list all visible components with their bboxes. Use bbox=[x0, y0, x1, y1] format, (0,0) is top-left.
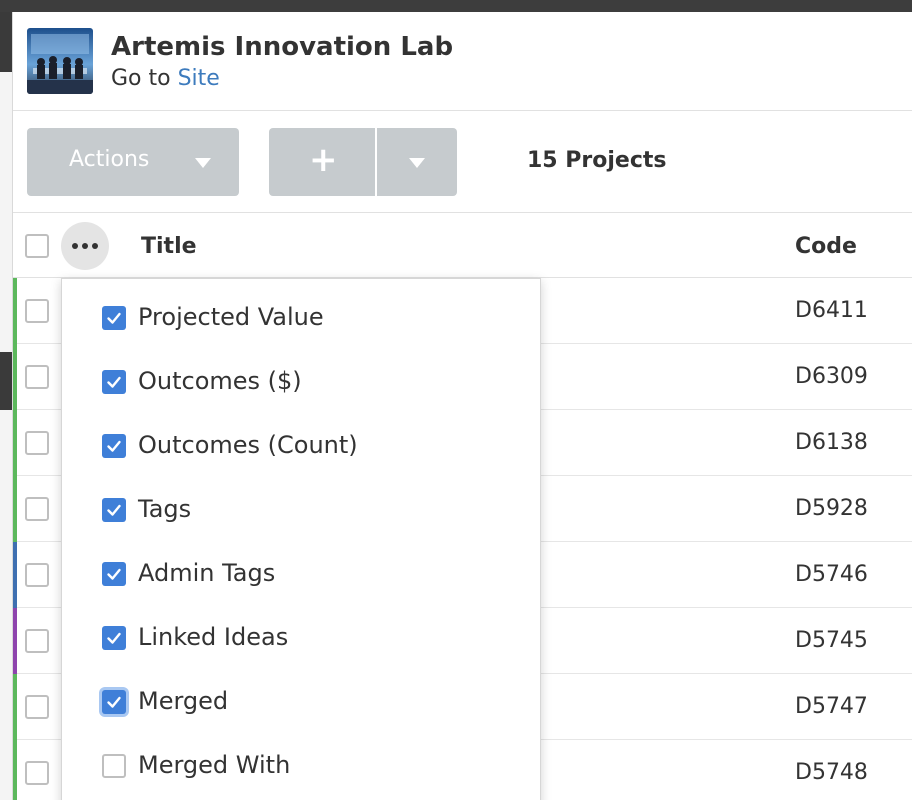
row-checkbox[interactable] bbox=[25, 629, 49, 653]
status-bar bbox=[13, 740, 17, 800]
status-bar bbox=[13, 278, 17, 344]
menu-item-outcomes-count[interactable]: Outcomes (Count) bbox=[62, 407, 542, 471]
checkbox[interactable] bbox=[102, 498, 126, 522]
checkbox[interactable] bbox=[102, 306, 126, 330]
check-icon bbox=[107, 632, 121, 644]
select-all-checkbox[interactable] bbox=[25, 234, 49, 258]
add-project-button[interactable]: + bbox=[309, 140, 338, 180]
site-thumbnail[interactable] bbox=[27, 28, 93, 94]
checkbox[interactable] bbox=[102, 434, 126, 458]
column-options-button[interactable] bbox=[61, 222, 109, 270]
menu-item-merged-with[interactable]: Merged With bbox=[62, 727, 542, 791]
add-options-caret-icon[interactable] bbox=[409, 158, 425, 168]
table-header: Title Code bbox=[13, 214, 912, 278]
goto-site: Go to Site bbox=[111, 66, 220, 91]
projects-panel: Artemis Innovation Lab Go to Site Action… bbox=[12, 12, 912, 800]
menu-item-merged[interactable]: Merged bbox=[62, 663, 542, 727]
row-code: D5745 bbox=[795, 628, 868, 653]
status-bar bbox=[13, 410, 17, 476]
menu-item-label: Tags bbox=[138, 495, 192, 523]
status-bar bbox=[13, 608, 17, 674]
background-dark-strip bbox=[0, 12, 12, 72]
check-icon bbox=[107, 312, 121, 324]
row-checkbox[interactable] bbox=[25, 563, 49, 587]
dot-icon bbox=[82, 243, 88, 249]
menu-item-label: Merged With bbox=[138, 751, 291, 779]
row-checkbox[interactable] bbox=[25, 761, 49, 785]
top-bar bbox=[0, 0, 912, 12]
status-bar bbox=[13, 674, 17, 740]
site-header: Artemis Innovation Lab Go to Site bbox=[13, 12, 912, 111]
menu-item-label: Admin Tags bbox=[138, 559, 276, 587]
row-code: D5747 bbox=[795, 694, 868, 719]
row-code: D6411 bbox=[795, 298, 868, 323]
check-icon bbox=[107, 696, 121, 708]
menu-item-linked-ideas[interactable]: Linked Ideas bbox=[62, 599, 542, 663]
menu-item-projected-value[interactable]: Projected Value bbox=[62, 279, 542, 343]
row-code: D6138 bbox=[795, 430, 868, 455]
row-checkbox[interactable] bbox=[25, 431, 49, 455]
row-checkbox[interactable] bbox=[25, 695, 49, 719]
check-icon bbox=[107, 376, 121, 388]
checkbox[interactable] bbox=[102, 562, 126, 586]
menu-item-label: Projected Value bbox=[138, 303, 324, 331]
caret-down-icon bbox=[195, 158, 211, 168]
menu-item-outcomes-dollars[interactable]: Outcomes ($) bbox=[62, 343, 542, 407]
row-code: D6309 bbox=[795, 364, 868, 389]
column-visibility-menu: Projected Value Outcomes ($) Outcomes (C… bbox=[61, 278, 541, 800]
button-separator bbox=[375, 128, 377, 196]
menu-item-label: Outcomes ($) bbox=[138, 367, 302, 395]
site-title: Artemis Innovation Lab bbox=[111, 32, 454, 62]
goto-prefix: Go to bbox=[111, 66, 171, 91]
menu-item-label: Merged bbox=[138, 687, 229, 715]
checkbox[interactable] bbox=[102, 690, 126, 714]
projects-count: 15 Projects bbox=[527, 148, 667, 173]
goto-site-link[interactable]: Site bbox=[178, 66, 220, 91]
add-project-split-button: + bbox=[269, 128, 457, 196]
check-icon bbox=[107, 504, 121, 516]
dot-icon bbox=[72, 243, 78, 249]
checkbox[interactable] bbox=[102, 370, 126, 394]
background-dark-strip bbox=[0, 352, 12, 410]
column-header-title[interactable]: Title bbox=[141, 234, 197, 259]
row-code: D5748 bbox=[795, 760, 868, 785]
menu-item-admin-tags[interactable]: Admin Tags bbox=[62, 535, 542, 599]
status-bar bbox=[13, 542, 17, 608]
menu-item-label: Linked Ideas bbox=[138, 623, 289, 651]
row-checkbox[interactable] bbox=[25, 299, 49, 323]
column-header-code[interactable]: Code bbox=[795, 234, 857, 259]
checkbox[interactable] bbox=[102, 754, 126, 778]
status-bar bbox=[13, 476, 17, 542]
row-checkbox[interactable] bbox=[25, 497, 49, 521]
row-checkbox[interactable] bbox=[25, 365, 49, 389]
toolbar: Actions + 15 Projects bbox=[13, 112, 912, 213]
check-icon bbox=[107, 440, 121, 452]
menu-item-label: Outcomes (Count) bbox=[138, 431, 358, 459]
dot-icon bbox=[92, 243, 98, 249]
check-icon bbox=[107, 568, 121, 580]
row-code: D5746 bbox=[795, 562, 868, 587]
actions-label: Actions bbox=[69, 147, 150, 172]
actions-button[interactable]: Actions bbox=[27, 128, 239, 196]
menu-item-tags[interactable]: Tags bbox=[62, 471, 542, 535]
row-code: D5928 bbox=[795, 496, 868, 521]
checkbox[interactable] bbox=[102, 626, 126, 650]
status-bar bbox=[13, 344, 17, 410]
